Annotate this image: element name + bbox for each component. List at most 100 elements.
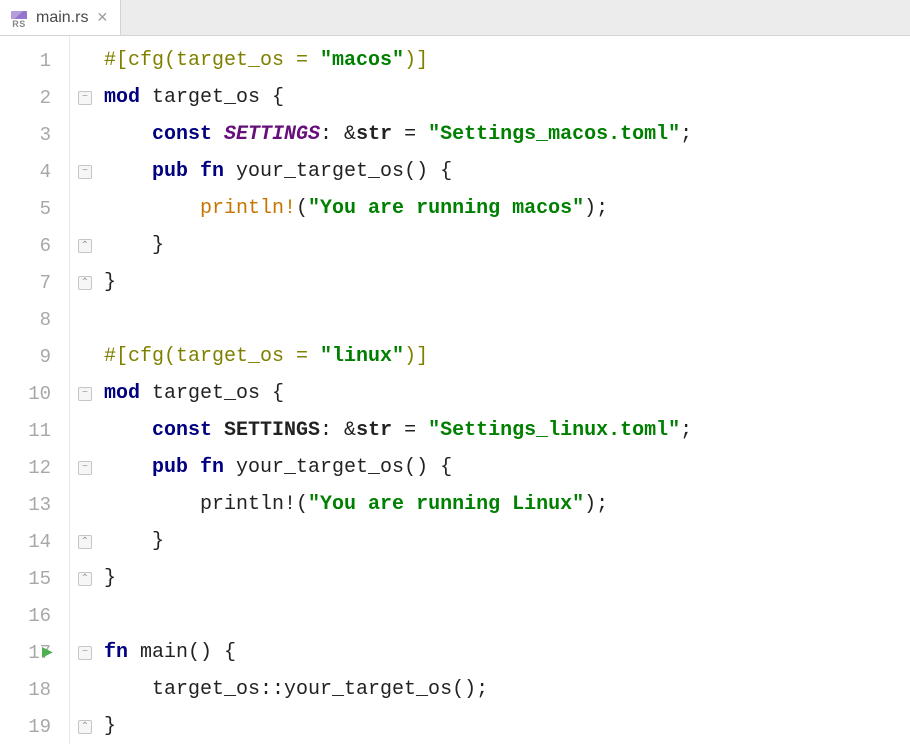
line-number: 17 bbox=[0, 642, 69, 664]
token-punct: ; bbox=[680, 419, 692, 442]
run-gutter-icon[interactable]: ▶ bbox=[42, 644, 53, 661]
code-line[interactable]: pub fn your_target_os() { bbox=[100, 449, 910, 486]
line-number: 18 bbox=[0, 679, 69, 701]
token-attr: #[cfg(target_os = bbox=[104, 345, 320, 368]
token-ident: println!( bbox=[200, 493, 308, 516]
rust-file-icon: RS bbox=[8, 7, 30, 29]
token-str: "macos" bbox=[320, 49, 404, 72]
line-number: 9 bbox=[0, 346, 69, 368]
token-kw: pub fn bbox=[152, 456, 236, 479]
token-punct: ); bbox=[584, 493, 608, 516]
tab-filename: main.rs bbox=[36, 9, 88, 27]
fold-open-icon[interactable]: − bbox=[78, 91, 92, 105]
token-attr: )] bbox=[404, 49, 428, 72]
token-punct: ); bbox=[584, 197, 608, 220]
token-macro: println! bbox=[200, 197, 296, 220]
token-punct: : & bbox=[320, 419, 356, 442]
token-fn: your_target_os bbox=[236, 456, 404, 479]
code-line[interactable]: } bbox=[100, 523, 910, 560]
code-line[interactable]: println!("You are running macos"); bbox=[100, 190, 910, 227]
line-number: 7 bbox=[0, 272, 69, 294]
line-number: 4 bbox=[0, 161, 69, 183]
token-punct: } bbox=[152, 234, 164, 257]
token-kw: mod bbox=[104, 382, 152, 405]
token-ident: target_os bbox=[152, 382, 272, 405]
token-const: SETTINGS bbox=[224, 419, 320, 442]
code-line[interactable]: mod target_os { bbox=[100, 79, 910, 116]
code-line[interactable] bbox=[100, 301, 910, 338]
code-line[interactable]: #[cfg(target_os = "linux")] bbox=[100, 338, 910, 375]
fold-column[interactable]: −−⌃⌃−−⌃⌃▶−⌃ bbox=[70, 36, 100, 744]
token-punct: : & bbox=[320, 123, 356, 146]
code-line[interactable]: target_os::your_target_os(); bbox=[100, 671, 910, 708]
code-line[interactable]: } bbox=[100, 708, 910, 745]
code-line[interactable]: pub fn your_target_os() { bbox=[100, 153, 910, 190]
token-punct: { bbox=[272, 86, 284, 109]
token-punct: } bbox=[104, 715, 116, 738]
line-number: 13 bbox=[0, 494, 69, 516]
token-str: "Settings_macos.toml" bbox=[428, 123, 680, 146]
code-line[interactable]: println!("You are running Linux"); bbox=[100, 486, 910, 523]
line-number: 6 bbox=[0, 235, 69, 257]
code-line[interactable]: } bbox=[100, 227, 910, 264]
token-punct: () { bbox=[188, 641, 236, 664]
code-line[interactable]: } bbox=[100, 264, 910, 301]
code-line[interactable] bbox=[100, 597, 910, 634]
token-ident: target_os bbox=[152, 86, 272, 109]
fold-close-icon[interactable]: ⌃ bbox=[78, 239, 92, 253]
line-number: 2 bbox=[0, 87, 69, 109]
line-number: 15 bbox=[0, 568, 69, 590]
token-kw: mod bbox=[104, 86, 152, 109]
tab-main-rs[interactable]: RS main.rs ✕ bbox=[0, 0, 121, 35]
token-fn: your_target_os bbox=[236, 160, 404, 183]
fold-close-icon[interactable]: ⌃ bbox=[78, 720, 92, 734]
fold-open-icon[interactable]: − bbox=[78, 461, 92, 475]
token-punct: } bbox=[104, 271, 116, 294]
code-line[interactable]: #[cfg(target_os = "macos")] bbox=[100, 42, 910, 79]
line-number: 10 bbox=[0, 383, 69, 405]
tab-bar: RS main.rs ✕ bbox=[0, 0, 910, 36]
line-number: 19 bbox=[0, 716, 69, 738]
code-area[interactable]: #[cfg(target_os = "macos")]mod target_os… bbox=[100, 36, 910, 744]
token-type: str bbox=[356, 123, 392, 146]
fold-open-icon[interactable]: − bbox=[78, 646, 92, 660]
token-kw: fn bbox=[104, 641, 140, 664]
token-punct: } bbox=[152, 530, 164, 553]
token-punct: () { bbox=[404, 456, 452, 479]
line-number: 8 bbox=[0, 309, 69, 331]
token-punct: = bbox=[392, 419, 428, 442]
fold-open-icon[interactable]: − bbox=[78, 387, 92, 401]
token-ident: target_os::your_target_os(); bbox=[152, 678, 488, 701]
token-str: "You are running Linux" bbox=[308, 493, 584, 516]
token-kw: const bbox=[152, 419, 224, 442]
token-const_i: SETTINGS bbox=[224, 123, 320, 146]
token-attr: #[cfg(target_os = bbox=[104, 49, 320, 72]
token-punct: ; bbox=[680, 123, 692, 146]
code-line[interactable]: const SETTINGS: &str = "Settings_macos.t… bbox=[100, 116, 910, 153]
token-str: "Settings_linux.toml" bbox=[428, 419, 680, 442]
token-kw: pub fn bbox=[152, 160, 236, 183]
line-number: 1 bbox=[0, 50, 69, 72]
line-number: 16 bbox=[0, 605, 69, 627]
line-number-gutter[interactable]: 12345678910111213141516171819 bbox=[0, 36, 70, 744]
close-icon[interactable]: ✕ bbox=[94, 9, 110, 26]
line-number: 14 bbox=[0, 531, 69, 553]
code-line[interactable]: fn main() { bbox=[100, 634, 910, 671]
token-attr: )] bbox=[404, 345, 428, 368]
fold-close-icon[interactable]: ⌃ bbox=[78, 276, 92, 290]
line-number: 12 bbox=[0, 457, 69, 479]
token-punct: } bbox=[104, 567, 116, 590]
fold-close-icon[interactable]: ⌃ bbox=[78, 572, 92, 586]
code-line[interactable]: const SETTINGS: &str = "Settings_linux.t… bbox=[100, 412, 910, 449]
line-number: 11 bbox=[0, 420, 69, 442]
token-type: str bbox=[356, 419, 392, 442]
fold-close-icon[interactable]: ⌃ bbox=[78, 535, 92, 549]
fold-open-icon[interactable]: − bbox=[78, 165, 92, 179]
code-line[interactable]: } bbox=[100, 560, 910, 597]
token-punct: ( bbox=[296, 197, 308, 220]
token-kw: const bbox=[152, 123, 224, 146]
token-punct: () { bbox=[404, 160, 452, 183]
token-fn: main bbox=[140, 641, 188, 664]
code-line[interactable]: mod target_os { bbox=[100, 375, 910, 412]
editor: 12345678910111213141516171819 −−⌃⌃−−⌃⌃▶−… bbox=[0, 36, 910, 744]
